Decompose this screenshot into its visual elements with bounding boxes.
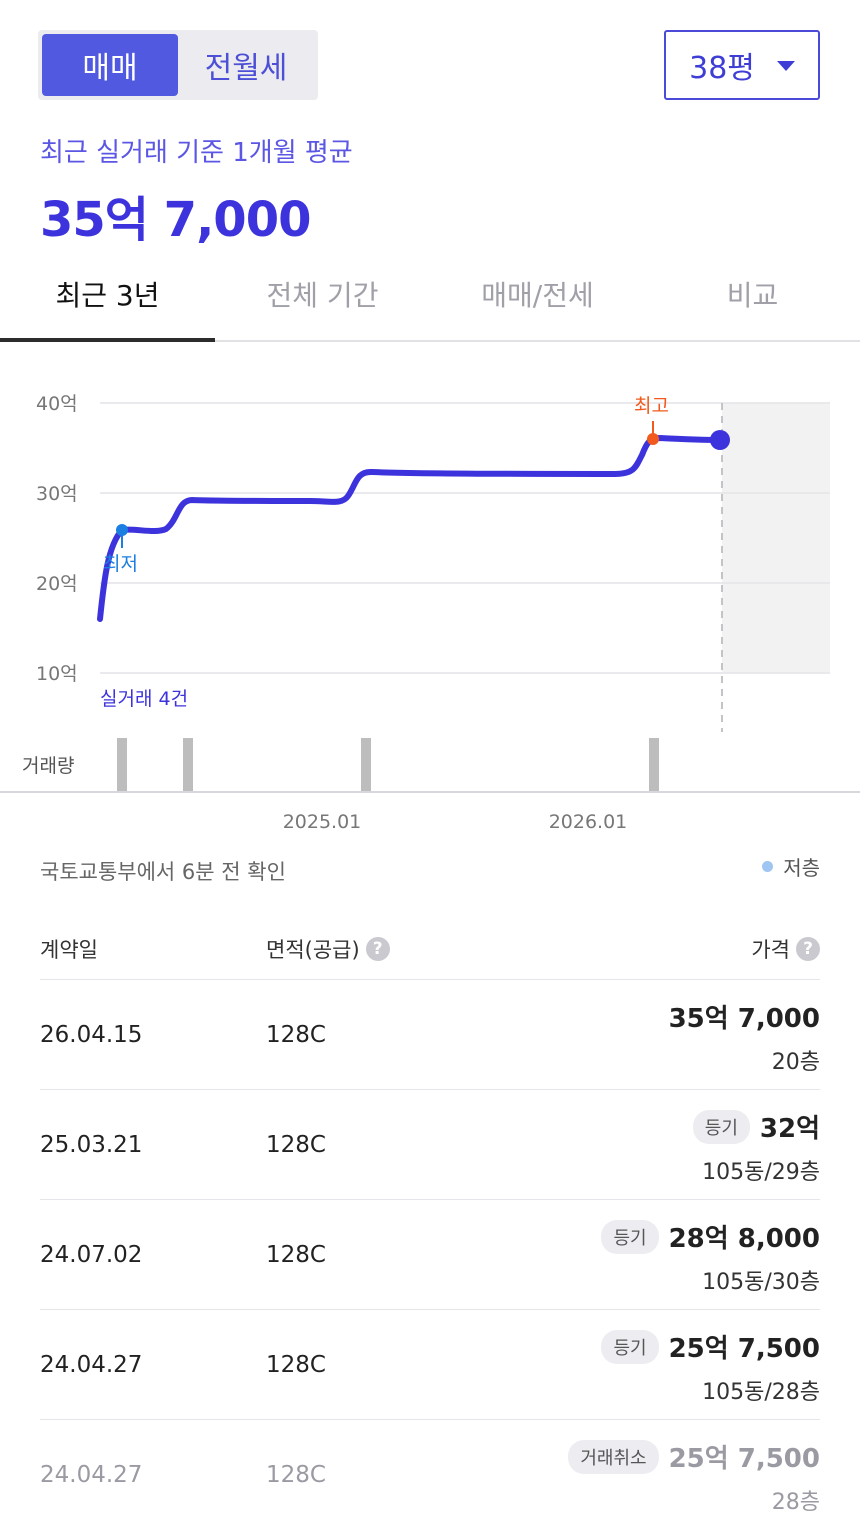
low-floor-dot-icon <box>762 861 774 872</box>
row-price-value: 25억 7,500 <box>668 1444 820 1474</box>
price-line <box>97 434 723 622</box>
future-period-shade <box>722 403 830 673</box>
row-price: 거래취소 25억 7,500 <box>568 1438 820 1475</box>
trade-type-toggle: 매매 전월세 <box>38 30 318 100</box>
size-dropdown[interactable]: 38평 <box>664 30 820 100</box>
registered-badge: 등기 <box>601 1219 659 1254</box>
summary-label: 최근 실거래 기준 1개월 평균 <box>40 138 353 168</box>
help-icon[interactable]: ? <box>796 937 820 961</box>
help-icon[interactable]: ? <box>365 937 390 961</box>
table-header: 계약일 면적(공급) ? 가격 ? <box>40 910 820 980</box>
registered-badge: 등기 <box>692 1109 750 1144</box>
volume-bar <box>117 738 127 792</box>
latest-point[interactable] <box>710 430 730 450</box>
row-floor: 20층 <box>771 1050 820 1075</box>
row-price-value: 35억 7,000 <box>668 1004 820 1034</box>
row-date: 26.04.15 <box>40 1022 143 1048</box>
row-area: 128C <box>266 1132 326 1158</box>
row-floor: 105동/28층 <box>702 1380 820 1405</box>
row-area: 128C <box>266 1022 326 1048</box>
table-row[interactable]: 24.04.27 128C 등기 25억 7,500 105동/28층 <box>40 1310 820 1420</box>
row-area: 128C <box>266 1462 326 1488</box>
low-marker <box>116 524 128 536</box>
column-header-date-label: 계약일 <box>40 938 98 962</box>
high-marker <box>647 433 659 445</box>
table-row[interactable]: 25.03.21 128C 등기 32억 105동/29층 <box>40 1090 820 1200</box>
price-chart[interactable]: 40억 30억 20억 10억 최저 최고 실거래 4건 거래량 <box>0 345 860 795</box>
table-row[interactable]: 24.04.27 128C 거래취소 25억 7,500 28층 <box>40 1420 820 1530</box>
cancelled-badge: 거래취소 <box>568 1439 659 1474</box>
table-row[interactable]: 24.07.02 128C 등기 28억 8,000 105동/30층 <box>40 1200 820 1310</box>
tab-sale-jeonse[interactable]: 매매/전세 <box>430 274 645 314</box>
row-date: 25.03.21 <box>40 1132 143 1158</box>
column-header-price-label: 가격 <box>751 938 790 962</box>
row-floor: 28층 <box>771 1490 820 1515</box>
volume-bar <box>183 738 193 792</box>
row-date: 24.07.02 <box>40 1242 143 1268</box>
deal-count-annotation: 실거래 4건 <box>100 688 188 710</box>
data-source-note: 국토교통부에서 6분 전 확인 <box>40 860 286 884</box>
row-price: 등기 28억 8,000 <box>601 1218 820 1255</box>
registered-badge: 등기 <box>601 1329 659 1364</box>
summary-price: 35억 7,000 <box>40 192 311 248</box>
chevron-down-icon <box>776 61 795 71</box>
row-price-value: 28억 8,000 <box>668 1224 820 1254</box>
y-tick-40: 40억 <box>36 393 78 415</box>
tab-compare[interactable]: 비교 <box>645 274 860 314</box>
size-dropdown-value: 38평 <box>689 51 755 86</box>
top-controls: 매매 전월세 38평 <box>0 0 860 120</box>
sale-toggle-button[interactable]: 매매 <box>42 34 178 96</box>
row-date: 24.04.27 <box>40 1462 143 1488</box>
row-area: 128C <box>266 1352 326 1378</box>
x-axis-ticks: 2025.01 2026.01 <box>283 811 628 833</box>
rent-toggle-button[interactable]: 전월세 <box>178 34 314 96</box>
volume-bar <box>649 738 659 792</box>
transaction-table: 계약일 면적(공급) ? 가격 ? 26.04.15 128C 35억 7,00… <box>40 910 820 1530</box>
row-price: 등기 25억 7,500 <box>601 1328 820 1365</box>
volume-axis-label: 거래량 <box>22 755 74 777</box>
row-price: 35억 7,000 <box>669 998 820 1035</box>
legend-low-floor-label: 저층 <box>783 856 820 880</box>
high-marker-label: 최고 <box>634 395 669 417</box>
row-floor: 105동/29층 <box>702 1160 820 1185</box>
column-header-price: 가격 ? <box>751 934 820 964</box>
row-price: 등기 32억 <box>692 1108 820 1145</box>
column-header-area-label: 면적(공급) <box>266 938 360 962</box>
tab-all-period[interactable]: 전체 기간 <box>215 274 430 314</box>
price-chart-svg: 40억 30억 20억 10억 최저 최고 실거래 4건 거래량 <box>0 393 860 793</box>
active-tab-indicator <box>0 338 215 342</box>
y-tick-20: 20억 <box>36 573 78 595</box>
row-date: 24.04.27 <box>40 1352 143 1378</box>
row-floor: 105동/30층 <box>702 1270 820 1295</box>
period-tabs: 최근 3년 전체 기간 매매/전세 비교 <box>0 250 860 342</box>
x-tick-2025-01: 2025.01 <box>283 811 362 833</box>
column-header-date: 계약일 <box>40 934 98 964</box>
row-price-value: 25억 7,500 <box>668 1334 820 1364</box>
row-area: 128C <box>266 1242 326 1268</box>
y-tick-30: 30억 <box>36 483 78 505</box>
table-row[interactable]: 26.04.15 128C 35억 7,000 20층 <box>40 980 820 1090</box>
x-tick-2026-01: 2026.01 <box>549 811 628 833</box>
row-price-value: 32억 <box>759 1114 820 1144</box>
column-header-area: 면적(공급) ? <box>266 934 390 964</box>
y-tick-10: 10억 <box>36 663 78 685</box>
chart-legend: 저층 <box>762 852 820 881</box>
volume-bar <box>361 738 371 792</box>
tab-recent-3y[interactable]: 최근 3년 <box>0 274 215 314</box>
low-marker-label: 최저 <box>103 553 138 575</box>
